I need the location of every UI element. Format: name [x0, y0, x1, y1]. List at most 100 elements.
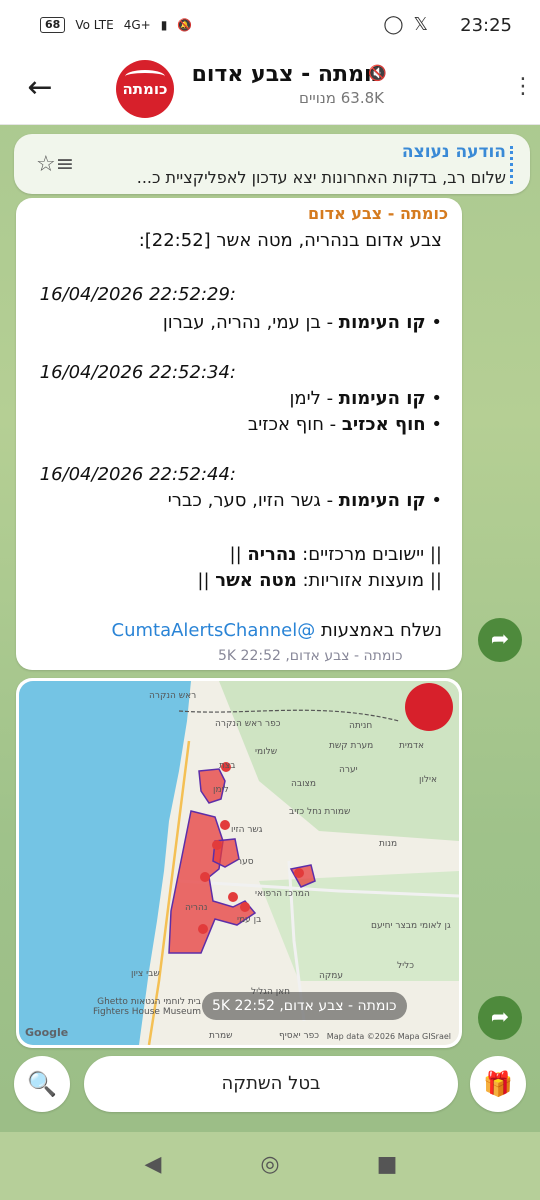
- map-pin: [240, 902, 250, 912]
- battery-indicator: 68: [40, 17, 66, 33]
- map-label: אילון: [419, 775, 438, 785]
- map-label: בית לוחמי הגטאות Ghetto Fighters House M…: [93, 997, 201, 1017]
- unmute-button[interactable]: בטל השתקה: [84, 1056, 458, 1112]
- share-arrow-icon: ➦: [490, 1005, 510, 1030]
- logo-swoosh: [125, 70, 165, 83]
- alert-timestamp: 16/04/2026 22:52:34:: [39, 362, 236, 383]
- app-bar: ← כומתה - צבע אדום 63.8K מנויים 🔇 כומתה …: [0, 54, 540, 125]
- message-meta: כומתה - צבע אדום, 22:52 5K: [218, 648, 403, 664]
- status-bar: 68 Vo LTE 4G+ ▮ 🔕 ◯𝕏 23:25: [0, 0, 540, 54]
- alert-zone: קו העימות: [338, 388, 426, 409]
- search-button[interactable]: 🔍: [14, 1056, 70, 1112]
- alert-timestamp: 16/04/2026 22:52:44:: [39, 464, 236, 485]
- pinned-text: שלום רב, בדקות האחרונות יצא עדכון לאפליק…: [136, 168, 506, 187]
- map-label: שמורת נחל כזיב: [289, 807, 351, 817]
- map-label: כפר ראש הנקרה: [215, 719, 281, 729]
- map-label: סער: [237, 857, 254, 867]
- message-sender: כומתה - צבע אדום: [308, 204, 448, 223]
- map-label: חניתה: [349, 721, 373, 731]
- alert-places: - גשר הזיו, סער, כברי: [167, 490, 339, 511]
- subscriber-count: 63.8K מנויים: [299, 89, 384, 107]
- mute-notifications-icon: 🔕: [177, 18, 193, 32]
- bottom-bar: 🔍 בטל השתקה 🎁: [0, 1056, 540, 1132]
- map-label: מערת קשת: [329, 741, 374, 751]
- forward-button[interactable]: ➦: [478, 618, 522, 662]
- alert-places: - בן עמי, נהריה, עברון: [162, 312, 339, 333]
- map-pin: [220, 820, 230, 830]
- channel-title-block[interactable]: כומתה - צבע אדום 63.8K מנויים: [164, 62, 384, 107]
- map-label: ראש הנקרה: [149, 691, 197, 701]
- clock: 23:25: [460, 15, 512, 36]
- map-label: נהריה: [185, 903, 208, 913]
- map-pin: [200, 872, 210, 882]
- network-volte: Vo LTE: [75, 18, 114, 32]
- alert-heading: צבע אדום בנהריה, מטה אשר [22:52]:: [138, 230, 442, 251]
- map-photo-bubble[interactable]: ראש הנקרה כפר ראש הנקרה חניתה אדמית מערת…: [16, 678, 462, 1048]
- map-label: גשר הזיו: [231, 825, 263, 835]
- map-attribution: Map data ©2026 Mapa GISrael: [326, 1032, 451, 1041]
- search-icon: 🔍: [27, 1070, 57, 1098]
- message-bubble[interactable]: כומתה - צבע אדום צבע אדום בנהריה, מטה אש…: [16, 198, 462, 670]
- alert-line: • קו העימות - גשר הזיו, סער, כברי: [167, 490, 442, 511]
- map-logo: [405, 683, 453, 731]
- map-label: בן עמי: [237, 915, 262, 925]
- nav-back-icon[interactable]: ◀: [138, 1152, 168, 1177]
- map-label: מנות: [379, 839, 398, 849]
- summary-settlements: || יישובים מרכזיים: נהריה ||: [229, 544, 442, 565]
- channel-link[interactable]: @CumtaAlertsChannel: [112, 620, 316, 641]
- alert-places: - חוף אכזיב: [247, 414, 342, 435]
- network-4g: 4G+: [123, 18, 151, 32]
- gift-button[interactable]: 🎁: [470, 1056, 526, 1112]
- map-pin: [228, 892, 238, 902]
- signal-icon: ▮: [160, 18, 168, 32]
- google-logo: Google: [25, 1026, 69, 1039]
- map-label: אדמית: [399, 741, 424, 751]
- pinned-list-icon[interactable]: ☆≡: [36, 152, 74, 177]
- share-arrow-icon: ➦: [490, 627, 510, 652]
- map-pin: [198, 924, 208, 934]
- channel-avatar[interactable]: כומתה: [116, 60, 174, 118]
- alert-line: • קו העימות - בן עמי, נהריה, עברון: [162, 312, 442, 333]
- photo-meta: כומתה - צבע אדום, 22:52 5K: [202, 992, 407, 1020]
- forward-button[interactable]: ➦: [478, 996, 522, 1040]
- map-label: המרכז הרפואי: [255, 889, 310, 899]
- nav-home-icon[interactable]: ◎: [255, 1152, 285, 1177]
- map-label: גן לאומי מבצר יחיעם: [371, 921, 451, 931]
- x-icon: 𝕏: [413, 14, 438, 35]
- map-pin: [212, 840, 222, 850]
- gift-icon: 🎁: [483, 1070, 513, 1098]
- map-label: שלומי: [255, 747, 278, 757]
- map-label: מצובה: [291, 779, 316, 789]
- sea-area: [19, 681, 191, 1045]
- alert-zone: קו העימות: [338, 312, 426, 333]
- map-label: כליל: [397, 961, 415, 971]
- sent-via: נשלח באמצעות @CumtaAlertsChannel: [111, 620, 442, 641]
- map-label: בצת: [219, 761, 236, 771]
- alert-line: • קו העימות - לימן: [289, 388, 442, 409]
- map-label: יערה: [339, 765, 358, 775]
- pinned-message[interactable]: הודעה נעוצה שלום רב, בדקות האחרונות יצא …: [14, 134, 530, 194]
- map-label: כפר יאסיף: [279, 1031, 319, 1041]
- alert-zone: חוף אכזיב: [341, 414, 426, 435]
- muted-icon: 🔇: [368, 64, 387, 82]
- alert-places: - לימן: [289, 388, 339, 409]
- alert-timestamp: 16/04/2026 22:52:29:: [39, 284, 236, 305]
- nav-recents-icon[interactable]: ■: [372, 1152, 402, 1177]
- status-app-icons: ◯𝕏: [383, 14, 438, 35]
- system-nav-bar: ◀ ◎ ■: [0, 1132, 540, 1200]
- back-arrow-icon[interactable]: ←: [20, 68, 60, 108]
- chat-icon: ◯: [383, 14, 414, 35]
- map-label: עמקה: [319, 971, 344, 981]
- summary-councils: || מועצות אזוריות: מטה אשר ||: [197, 570, 442, 591]
- map-label: שבי ציון: [131, 969, 160, 979]
- pinned-indicator: [510, 146, 516, 184]
- channel-title: כומתה - צבע אדום: [191, 62, 384, 87]
- more-menu-icon[interactable]: ⋮: [512, 74, 534, 99]
- alert-zone: קו העימות: [338, 490, 426, 511]
- map-label: שמרת: [209, 1031, 233, 1041]
- pinned-label: הודעה נעוצה: [401, 142, 506, 162]
- map-label: לימן: [213, 785, 229, 795]
- alert-line: • חוף אכזיב - חוף אכזיב: [247, 414, 442, 435]
- map-pin: [294, 868, 304, 878]
- alert-map[interactable]: ראש הנקרה כפר ראש הנקרה חניתה אדמית מערת…: [19, 681, 459, 1045]
